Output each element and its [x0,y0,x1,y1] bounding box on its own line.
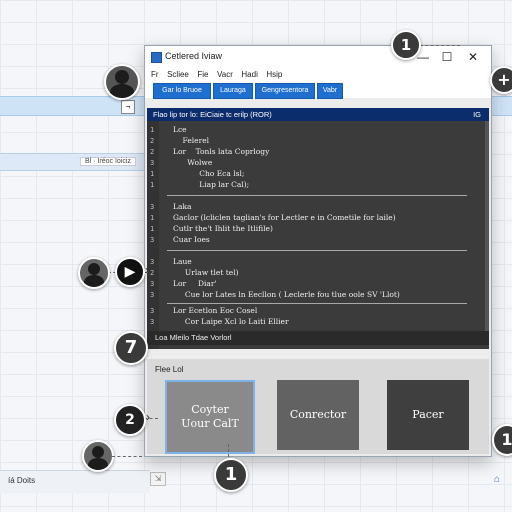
user-avatar-bottom[interactable] [82,440,114,472]
line-number: 2 [150,148,155,156]
card-label: Pacer [412,408,444,421]
editor-scrollbar[interactable] [485,121,489,331]
code-line: Wolwe [173,158,213,167]
card-label: Conrector [289,408,347,421]
code-line: Lor Tonls lata Coprlogy [173,147,270,156]
tab-2[interactable]: Lauraga [213,83,253,99]
section-divider [167,303,467,304]
tab-3[interactable]: Gengresentora [255,83,315,99]
badge-icon: 2 [114,404,146,436]
app-icon [151,52,162,63]
line-number: 3 [150,318,155,326]
window-title: Cetlered Iviaw [165,51,223,61]
home-icon[interactable]: ⌂ [494,474,506,486]
arrow-right-icon: › [145,263,149,277]
title-bar[interactable]: Cetlered Iviaw — ☐ ✕ [145,46,491,68]
section-divider [167,195,467,196]
code-line: Cuar Ioes [173,235,210,244]
editor-header-code: IG [473,110,481,119]
bottom-panel: Flee Lol Coyter Uour CalT Conrector Pace… [147,359,489,454]
panel-title: Flee Lol [155,365,184,374]
background-status-text: íá Doits [8,476,36,485]
menu-file[interactable]: Fr [151,68,159,82]
play-icon[interactable]: ▶ [115,257,145,287]
line-number: 3 [150,236,155,244]
code-line: Gaclor (lcliclen taglian's for Lectler e… [173,213,396,222]
code-line: Lce [173,125,187,134]
code-line: Felerel [173,136,210,145]
line-number: 3 [150,307,155,315]
line-number: 1 [150,214,155,222]
line-number: 3 [150,203,155,211]
card-label: Coyter [191,403,229,416]
code-line: Urlaw tlet tel) [173,268,239,277]
card-pacer[interactable]: Pacer [387,380,469,450]
code-line: Lor Ecetlon Eoc Cosel [173,306,258,315]
line-number: 2 [150,269,155,277]
maximize-button[interactable]: ☐ [435,48,459,66]
code-line: Cor Laipe Xcl lo Laiti Ellier [173,317,289,326]
line-number: 3 [150,159,155,167]
code-line: Cutlr the't Ihlit the Itlifile) [173,224,273,233]
callout-leader [420,45,460,46]
menu-tools[interactable]: Hadi [241,68,257,82]
user-avatar-small[interactable] [78,257,110,289]
editor-footer: Loa Mleilo Tdae Vorlorl [147,331,489,345]
line-number: 3 [150,291,155,299]
line-number: 1 [150,170,155,178]
line-number: 2 [150,137,155,145]
tab-bar: Gar lo Bruoe Lauraga Gengresentora Vabr [145,82,491,99]
code-editor[interactable]: 1 Lce 2 Felerel 2 Lor Tonls lata Coprlog… [147,121,489,349]
line-number: 1 [150,126,155,134]
code-line: Laue [173,257,192,266]
tab-1[interactable]: Gar lo Bruoe [153,83,211,99]
code-line: Liap lar Cal); [173,180,250,189]
callout-leader [112,456,142,457]
arrow-right-icon: › [146,410,150,424]
card-copy[interactable]: Coyter Uour CalT [165,380,255,454]
menu-view[interactable]: Vacr [217,68,233,82]
section-divider [167,250,467,251]
step-7-badge: 7 [114,331,148,365]
step-1-bottom-badge: 1 [214,458,248,492]
code-line: Cho Eca lsl; [173,169,245,178]
background-grip-icon[interactable]: ⇲ [150,472,166,486]
main-window: Cetlered Iviaw — ☐ ✕ Fr Scliee Fie Vacr … [144,45,492,457]
card-connector[interactable]: Conrector [277,380,359,450]
tab-4[interactable]: Vabr [317,83,343,99]
line-number: 3 [150,258,155,266]
add-icon[interactable]: + [490,66,512,94]
menu-file-2[interactable]: Fie [197,68,208,82]
code-line: Laka [173,202,192,211]
card-label-2: Uour CalT [181,417,239,430]
editor-footer-text: Loa Mleilo Tdae Vorlorl [155,333,232,342]
line-number: 1 [150,225,155,233]
menu-help[interactable]: Hsip [266,68,282,82]
code-line: Cue lor Lates ln Eecllon ( Leclerle fou … [173,290,400,299]
code-line: Lor Diar' [173,279,217,288]
menu-bar: Fr Scliee Fie Vacr Hadi Hsip [145,68,491,83]
line-number: 1 [150,181,155,189]
background-row-text: Bl · Iréoc Ioiciz [80,157,136,166]
line-number: 3 [150,280,155,288]
menu-edit[interactable]: Scliee [167,68,189,82]
editor-header-title: Flao lip tor lo: EiCiaie tc erilp (ROR) [153,110,272,119]
user-avatar[interactable] [104,64,140,100]
step-1-badge: 1 [391,30,421,60]
background-checkbox-icon[interactable]: ¬ [121,100,135,114]
close-button[interactable]: ✕ [461,48,485,66]
editor-header: Flao lip tor lo: EiCiaie tc erilp (ROR) … [147,108,489,121]
